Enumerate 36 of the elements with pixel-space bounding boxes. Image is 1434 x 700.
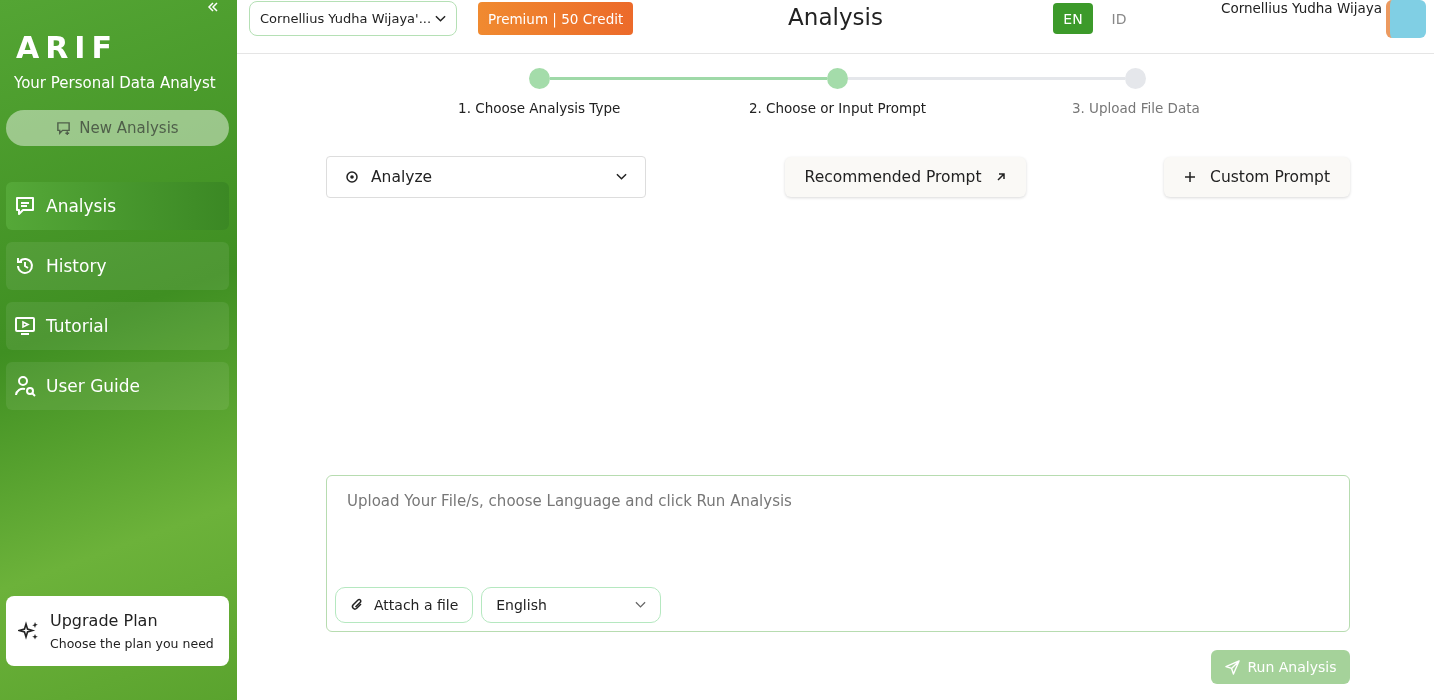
chevron-down-icon [616, 173, 627, 181]
upgrade-subtitle: Choose the plan you need [50, 636, 214, 651]
prompt-field[interactable]: Upload Your File/s, choose Language and click Run Analysis Attach a file English [326, 475, 1350, 632]
language-toggle[interactable]: ID [1098, 3, 1139, 34]
arrow-up-right-icon [995, 172, 1006, 182]
logo: ARIF [16, 30, 118, 66]
upgrade-title: Upgrade Plan [50, 611, 159, 630]
language-toggle[interactable]: EN [1052, 3, 1093, 34]
new-analysis-button[interactable]: New Analysis [6, 110, 229, 146]
sidebar-item[interactable]: Tutorial [6, 302, 229, 350]
step-label: 1. Choose Analysis Type [458, 100, 621, 116]
step-label: 2. Choose or Input Prompt [748, 100, 927, 116]
recommended-prompt-button[interactable]: Recommended Prompt [784, 157, 1026, 197]
page-title: Analysis [788, 4, 883, 30]
history-icon [14, 255, 36, 277]
chevron-down-icon [635, 601, 647, 609]
attach-file-button[interactable]: Attach a file [335, 587, 474, 623]
language-dropdown[interactable]: English [481, 587, 662, 623]
upgrade-plan-card[interactable]: Upgrade Plan Choose the plan you need [6, 596, 229, 666]
plan-badge: Premium | 50 Credit [478, 2, 634, 35]
tagline: Your Personal Data Analyst [14, 74, 216, 92]
chat-plus-icon [56, 120, 72, 136]
double-chevron-left-icon[interactable] [207, 2, 219, 12]
plus-icon [1184, 171, 1197, 183]
video-screen-icon [14, 315, 36, 337]
chevron-down-icon [435, 14, 446, 23]
paperclip-icon [350, 598, 364, 612]
custom-prompt-button[interactable]: Custom Prompt [1164, 157, 1350, 197]
step-label: 3. Upload File Data [1071, 100, 1200, 116]
user-search-icon [14, 375, 36, 397]
send-icon [1224, 659, 1240, 675]
chat-icon [14, 195, 36, 217]
user-name: Cornellius Yudha Wijaya [1220, 0, 1382, 16]
avatar[interactable] [1386, 0, 1426, 38]
analysis-type-dropdown[interactable]: Analyze [326, 156, 646, 198]
workspace-dropdown[interactable]: Cornellius Yudha Wijaya'... [249, 1, 457, 36]
